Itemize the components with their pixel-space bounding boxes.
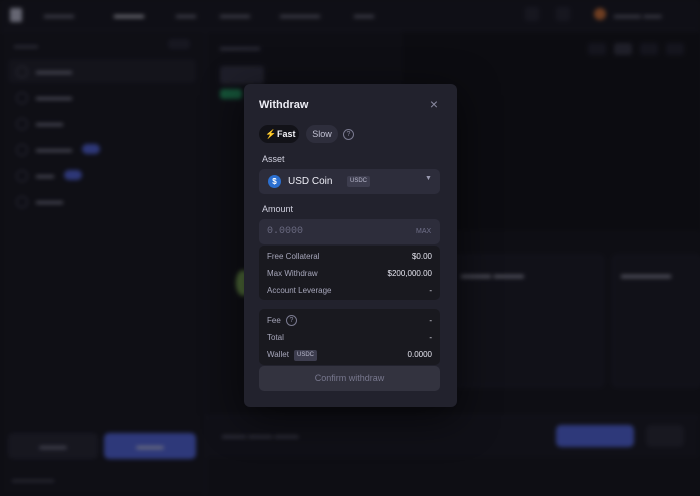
lightning-icon: ⚡ bbox=[265, 129, 277, 139]
free-collateral-row: Free Collateral $0.00 bbox=[267, 252, 432, 264]
wallet-value: 0.0000 bbox=[407, 350, 432, 359]
chevron-down-icon: ▼ bbox=[425, 175, 432, 182]
max-button[interactable]: MAX bbox=[416, 228, 431, 235]
total-value: - bbox=[429, 333, 432, 342]
fee-label: Fee bbox=[267, 316, 281, 325]
account-leverage-row: Account Leverage - bbox=[267, 286, 432, 298]
fee-row: Fee ? - bbox=[267, 315, 432, 328]
question-circle-icon[interactable]: ? bbox=[343, 129, 354, 140]
asset-select[interactable]: $ USD Coin USDC ▼ bbox=[259, 169, 440, 194]
total-row: Total - bbox=[267, 333, 432, 345]
fast-toggle[interactable]: ⚡ Fast bbox=[259, 125, 299, 143]
wallet-row: Wallet USDC 0.0000 bbox=[267, 350, 432, 362]
wallet-ticker-badge: USDC bbox=[294, 350, 318, 361]
free-collateral-label: Free Collateral bbox=[267, 252, 320, 261]
asset-label: Asset bbox=[262, 154, 285, 164]
max-withdraw-label: Max Withdraw bbox=[267, 269, 318, 278]
close-icon[interactable]: × bbox=[427, 97, 441, 111]
amount-input[interactable] bbox=[259, 219, 440, 244]
max-withdraw-row: Max Withdraw $200,000.00 bbox=[267, 269, 432, 281]
fee-value: - bbox=[429, 316, 432, 325]
collateral-details: Free Collateral $0.00 Max Withdraw $200,… bbox=[259, 246, 440, 300]
asset-name: USD Coin bbox=[288, 176, 333, 187]
fee-help-icon[interactable]: ? bbox=[286, 315, 297, 326]
account-leverage-label: Account Leverage bbox=[267, 286, 332, 295]
amount-label: Amount bbox=[262, 204, 294, 214]
fast-label: Fast bbox=[277, 129, 296, 139]
wallet-label: Wallet bbox=[267, 350, 289, 359]
account-leverage-value: - bbox=[429, 286, 432, 295]
modal-title: Withdraw bbox=[259, 99, 309, 111]
max-withdraw-value: $200,000.00 bbox=[387, 269, 433, 278]
fee-details: Fee ? - Total - Wallet USDC 0.0000 bbox=[259, 309, 440, 365]
total-label: Total bbox=[267, 333, 284, 342]
slow-toggle[interactable]: Slow bbox=[306, 125, 338, 143]
confirm-withdraw-button[interactable]: Confirm withdraw bbox=[259, 366, 440, 391]
withdraw-modal: Withdraw × ⚡ Fast Slow ? Asset $ USD Coi… bbox=[244, 84, 457, 407]
usdc-coin-icon: $ bbox=[268, 175, 281, 188]
free-collateral-value: $0.00 bbox=[411, 252, 432, 261]
asset-ticker-badge: USDC bbox=[347, 176, 371, 187]
